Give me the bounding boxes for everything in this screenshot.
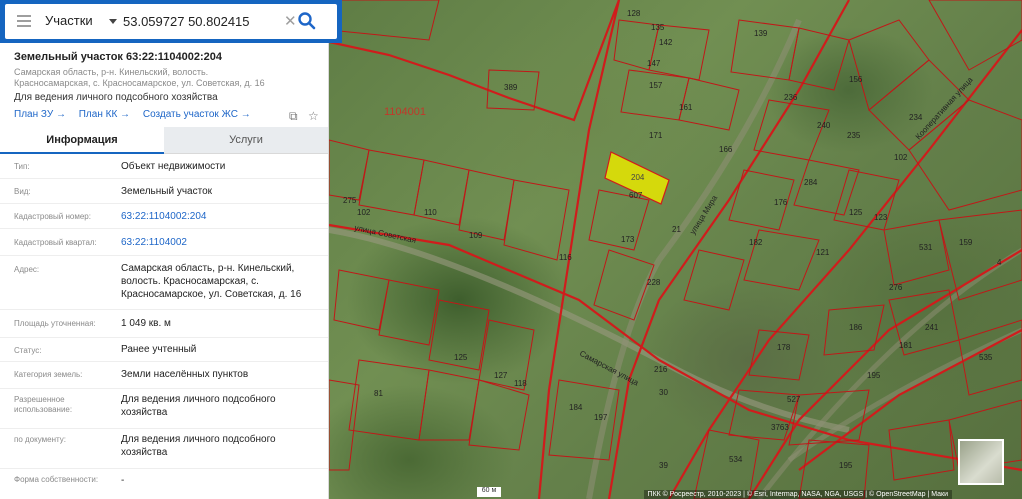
parcel-number-label: 186 (849, 323, 863, 332)
attribute-row: Площадь уточненная: 1 049 кв. м (0, 310, 328, 338)
parcel-number-label: 110 (424, 208, 437, 217)
parcel-number-label: 39 (659, 461, 668, 470)
parcel-number-label: 235 (847, 131, 861, 140)
parcel-number-label: 157 (649, 81, 663, 90)
plan-kk-link[interactable]: План КК → (79, 109, 130, 120)
parcel-number-label: 197 (594, 413, 608, 422)
cadastral-quarter-link[interactable]: 63:22:1104002 (121, 236, 321, 249)
attribute-row: Форма собственности: - (14, 475, 125, 486)
parcel-number-label: 195 (867, 371, 881, 380)
parcel-number-label: 166 (719, 145, 733, 154)
map-scale: 60 м (477, 487, 501, 497)
plan-zu-link[interactable]: План ЗУ → (14, 109, 66, 120)
parcel-number-label: 531 (919, 243, 933, 252)
attribute-row: Адрес: Самарская область, р-н. Кинельски… (0, 256, 328, 310)
tab-information[interactable]: Информация (0, 127, 164, 154)
parcel-number-label: 116 (559, 253, 572, 262)
parcel-number-label: 125 (849, 208, 863, 217)
parcel-number-label: 182 (749, 238, 763, 247)
parcel-number-label: 234 (909, 113, 923, 122)
attribute-row: Тип: Объект недвижимости (0, 154, 328, 179)
parcel-number-label: 128 (627, 9, 641, 18)
search-input[interactable] (123, 11, 283, 31)
parcel-number-label: 178 (777, 343, 791, 352)
attribute-row: Вид: Земельный участок (0, 179, 328, 204)
parcel-number-label: 236 (784, 93, 798, 102)
parcel-number-label: 102 (894, 153, 908, 162)
parcel-number-label: 135 (651, 23, 665, 32)
parcel-number-label: 127 (494, 371, 508, 380)
parcel-number-label: 204 (631, 173, 645, 182)
attribute-row: Разрешенное использование: Для ведения л… (0, 389, 328, 429)
cadastral-overlay: 1104001 389 128 135 142 147 157 161 171 … (329, 0, 1022, 499)
parcel-title: Земельный участок 63:22:1104002:204 (14, 51, 223, 63)
parcel-number-label: 389 (504, 83, 518, 92)
parcel-number-label: 3763 (771, 423, 789, 432)
search-bar: Участки ✕ (0, 0, 342, 43)
parcel-number-label: 195 (839, 461, 853, 470)
parcel-number-label: 156 (849, 75, 863, 84)
map-view[interactable]: 1104001 389 128 135 142 147 157 161 171 … (329, 0, 1022, 499)
parcel-number-label: 181 (899, 341, 913, 350)
favorite-icon[interactable]: ☆ (308, 109, 319, 123)
info-panel: Участки ✕ ‹ Земельный участок 63:22:1104… (0, 0, 342, 499)
parcel-number-label: 159 (959, 238, 973, 247)
parcel-number-label: 535 (979, 353, 993, 362)
attribute-row: Категория земель: Земли населённых пункт… (0, 362, 328, 389)
parcel-number-label: 173 (621, 235, 635, 244)
attribute-row: Статус: Ранее учтенный (0, 338, 328, 362)
parcel-number-label: 102 (357, 208, 371, 217)
attribute-row: Кадастровый квартал: 63:22:1104002 (0, 229, 328, 256)
parcel-number-label: 527 (787, 395, 801, 404)
menu-icon[interactable] (17, 15, 31, 27)
parcel-number-label: 216 (654, 365, 668, 374)
parcel-number-label: 142 (659, 38, 673, 47)
search-icon (298, 12, 316, 30)
chevron-down-icon[interactable] (109, 19, 117, 24)
parcel-number-label: 240 (817, 121, 831, 130)
parcel-number-label: 176 (774, 198, 788, 207)
parcel-number-label: Самарская улица (578, 349, 640, 388)
parcel-number-label: 171 (649, 131, 663, 140)
parcel-number-label: 161 (679, 103, 693, 112)
parcel-address: Самарская область, р-н. Кинельский, воло… (14, 67, 265, 88)
quarter-label: 1104001 (384, 106, 426, 118)
parcel-number-label: 118 (514, 379, 527, 388)
parcel-number-label: 30 (659, 388, 668, 397)
copy-link-icon[interactable]: ⧉ (289, 109, 298, 124)
parcel-actions: ⧉ ☆ (283, 107, 319, 125)
parcel-number-label: 21 (672, 225, 681, 234)
collapse-panel-icon[interactable]: ‹ (333, 14, 341, 28)
parcel-number-label: 147 (647, 59, 661, 68)
parcel-purpose: Для ведения личного подсобного хозяйства (14, 92, 218, 103)
search-type-select[interactable]: Участки (45, 13, 93, 28)
search-button[interactable] (295, 8, 319, 34)
parcel-number-label: 121 (816, 248, 830, 257)
attribute-row: Кадастровый номер: 63:22:1104002:204 (0, 204, 328, 229)
parcel-links: План ЗУ → План КК → Создать участок ЖС → (14, 109, 261, 120)
parcel-number-label: 123 (874, 213, 888, 222)
parcel-number-label: 109 (469, 231, 483, 240)
map-attribution: ПКК © Росреестр, 2010-2023 | © Esri, Int… (643, 490, 952, 499)
cadastral-number-link[interactable]: 63:22:1104002:204 (121, 210, 321, 223)
parcel-number-label: 125 (454, 353, 468, 362)
parcel-number-label: 241 (925, 323, 939, 332)
parcel-number-label: 607 (629, 191, 643, 200)
parcel-number-label: 534 (729, 455, 743, 464)
parcel-number-label: 284 (804, 178, 818, 187)
parcel-number-label: 81 (374, 389, 383, 398)
parcel-number-label: 228 (647, 278, 661, 287)
tab-services[interactable]: Услуги (164, 127, 328, 154)
parcel-number-label: 4 (997, 258, 1002, 267)
parcel-number-label: 139 (754, 29, 768, 38)
basemap-switcher[interactable] (958, 439, 1004, 485)
parcel-number-label: 275 (343, 196, 357, 205)
attribute-row: по документу: Для ведения личного подсоб… (0, 429, 328, 469)
parcel-number-label: 184 (569, 403, 583, 412)
info-tabs: Информация Услуги (0, 127, 328, 154)
search-box: Участки ✕ (5, 4, 337, 39)
create-zhs-link[interactable]: Создать участок ЖС → (143, 109, 251, 120)
parcel-number-label: 276 (889, 283, 903, 292)
